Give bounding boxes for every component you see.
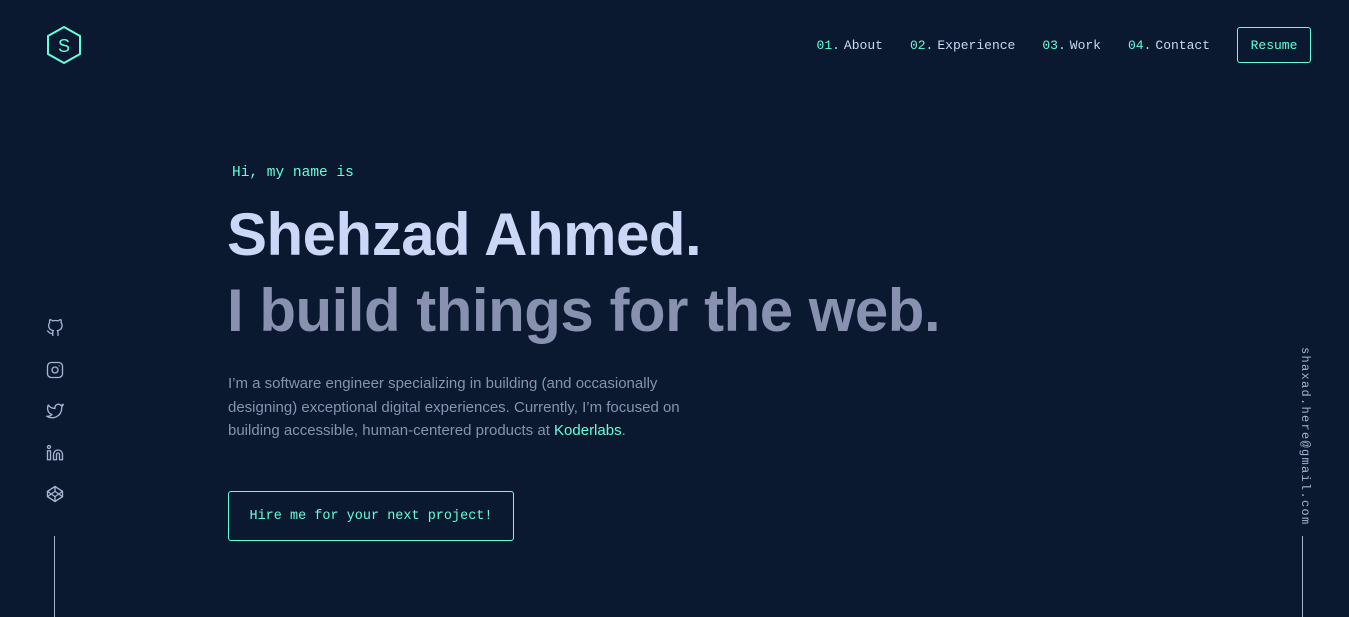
nav-item-work[interactable]: 03. Work [1042,38,1101,53]
hero-bio: I’m a software engineer specializing in … [228,372,728,443]
codepen-link[interactable] [45,484,65,504]
nav-number: 03. [1042,37,1066,53]
github-link[interactable] [45,318,65,338]
linkedin-link[interactable] [45,443,65,463]
hero-name: Shehzad Ahmed. [227,201,702,268]
hero-intro: Hi, my name is [232,165,354,181]
nav-number: 01. [816,37,840,53]
nav-label: About [843,37,883,53]
linkedin-icon [46,444,64,460]
nav-number: 02. [909,37,934,53]
resume-button[interactable]: Resume [1237,27,1311,63]
logo[interactable]: S [45,25,83,65]
email-link[interactable]: shaxad.here@gmail.com [1292,347,1312,526]
nav-label: Work [1069,37,1101,53]
logo-letter: S [58,36,70,56]
social-links [44,318,66,526]
nav-item-about[interactable]: 01. About [817,38,883,53]
left-divider-line [54,536,55,617]
nav-item-experience[interactable]: 02. Experience [910,38,1015,53]
nav-item-contact[interactable]: 04. Contact [1128,38,1210,53]
instagram-link[interactable] [45,360,65,380]
company-link[interactable]: Koderlabs [554,422,622,439]
hexagon-logo-icon: S [47,25,81,65]
twitter-link[interactable] [45,401,65,421]
hero-tagline: I build things for the web. [227,277,941,344]
bio-end: . [621,422,626,439]
right-divider-line [1302,536,1303,617]
github-icon [46,319,63,337]
instagram-icon [46,361,64,378]
codepen-icon [46,485,64,503]
nav-label: Contact [1155,37,1210,53]
twitter-icon [46,403,64,419]
main-nav: 01. About 02. Experience 03. Work 04. Contac… [817,27,1311,63]
nav-number: 04. [1127,37,1152,53]
hire-me-button[interactable]: Hire me for your next project! [228,491,514,541]
nav-label: Experience [937,37,1016,53]
